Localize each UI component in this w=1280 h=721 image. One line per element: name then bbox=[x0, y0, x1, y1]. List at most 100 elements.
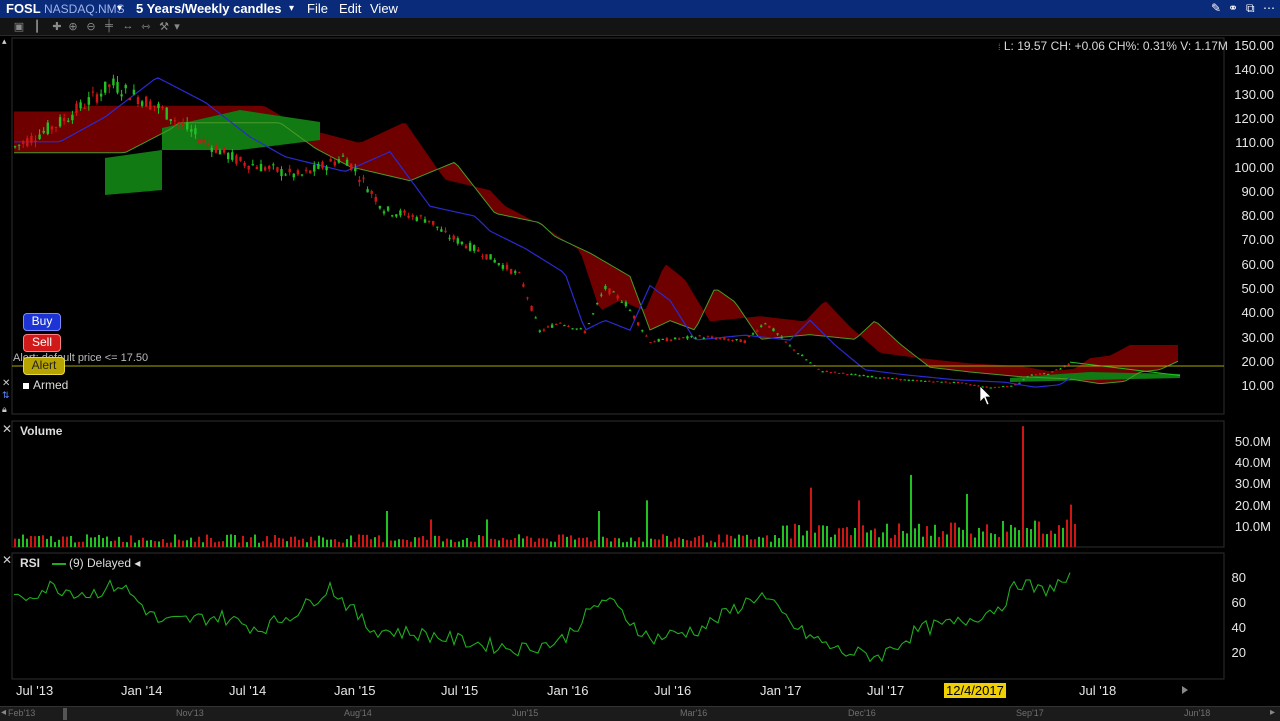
scroll-left-icon[interactable]: ◂ bbox=[1, 707, 6, 718]
scroll-right-icon[interactable]: ▸ bbox=[1270, 707, 1275, 718]
volume-bar bbox=[178, 539, 180, 547]
volume-bar bbox=[82, 541, 84, 547]
candle-body bbox=[948, 382, 951, 384]
volume-bar bbox=[610, 541, 612, 547]
candle-body bbox=[579, 328, 582, 330]
volume-bar bbox=[150, 540, 152, 547]
volume-bar bbox=[962, 529, 964, 547]
volume-bar bbox=[66, 536, 68, 547]
sell-button[interactable]: Sell bbox=[23, 334, 61, 352]
navigator-handle[interactable] bbox=[63, 708, 67, 720]
rsi-legend-label: (9) Delayed bbox=[69, 556, 132, 570]
close-volume-panel-icon[interactable]: ✕ bbox=[2, 422, 12, 436]
candle-body bbox=[481, 255, 484, 257]
candle-body bbox=[30, 135, 33, 143]
rsi-legend-arrow-icon[interactable]: ◂ bbox=[134, 556, 140, 570]
volume-bar bbox=[354, 541, 356, 547]
candle-body bbox=[751, 333, 755, 335]
volume-bar bbox=[370, 539, 372, 547]
volume-bar bbox=[1026, 527, 1028, 547]
candle-body bbox=[600, 294, 603, 296]
checkbox-icon[interactable] bbox=[23, 383, 29, 389]
rsi-legend[interactable]: (9) Delayed ◂ bbox=[52, 556, 140, 570]
candle-body bbox=[280, 169, 283, 177]
volume-bar bbox=[886, 523, 888, 547]
volume-bar bbox=[182, 540, 184, 547]
candle-body bbox=[538, 330, 541, 332]
close-price-panel-icon[interactable]: ✕ bbox=[2, 378, 10, 389]
volume-bar bbox=[606, 538, 608, 547]
volume-bar bbox=[950, 522, 952, 547]
candle-body bbox=[214, 146, 218, 153]
volume-bar bbox=[530, 537, 532, 547]
candle-body bbox=[337, 159, 341, 163]
candle-body bbox=[436, 226, 439, 228]
volume-bar bbox=[526, 536, 528, 547]
volume-bar bbox=[510, 539, 512, 547]
close-rsi-panel-icon[interactable]: ✕ bbox=[2, 553, 12, 567]
volume-bar bbox=[678, 537, 680, 547]
volume-bar bbox=[486, 519, 488, 547]
candle-body bbox=[571, 328, 574, 330]
axis-end-icon[interactable] bbox=[1182, 686, 1188, 694]
volume-bar bbox=[18, 538, 20, 547]
candle-body bbox=[391, 215, 394, 217]
candle-body bbox=[546, 326, 550, 328]
time-navigator[interactable]: ◂ Feb'13 Nov'13 Aug'14 Jun'15 Mar'16 Dec'16 Se… bbox=[0, 706, 1280, 721]
candle-body bbox=[542, 329, 546, 331]
volume-bar bbox=[766, 535, 768, 547]
volume-bar bbox=[770, 541, 772, 547]
candle-body bbox=[723, 337, 726, 340]
volume-bar bbox=[878, 537, 880, 547]
candle-body bbox=[300, 174, 304, 176]
volume-bar bbox=[622, 542, 624, 547]
candle-body bbox=[706, 336, 710, 338]
volume-bar bbox=[34, 536, 36, 547]
volume-bar bbox=[634, 541, 636, 547]
volume-bar bbox=[1046, 534, 1048, 547]
volume-bar bbox=[290, 536, 292, 547]
rsi-tick: 60 bbox=[1231, 595, 1246, 610]
price-tick: 50.00 bbox=[1241, 281, 1274, 296]
candle-body bbox=[936, 381, 939, 383]
volume-bar bbox=[254, 534, 256, 547]
buy-button[interactable]: Buy bbox=[23, 313, 61, 331]
resize-handle-icon[interactable]: ⇅ bbox=[2, 390, 10, 401]
volume-bar bbox=[894, 534, 896, 547]
armed-toggle[interactable]: Armed bbox=[23, 378, 68, 392]
candle-body bbox=[727, 339, 730, 341]
volume-bar bbox=[222, 541, 224, 547]
volume-bar bbox=[830, 537, 832, 547]
candle-body bbox=[657, 339, 660, 342]
volume-bar bbox=[682, 538, 684, 547]
volume-bar bbox=[130, 535, 132, 547]
volume-bar bbox=[198, 536, 200, 547]
volume-bar bbox=[194, 541, 196, 547]
volume-bar bbox=[146, 540, 148, 547]
cloud-span-line bbox=[14, 122, 1179, 384]
volume-bars bbox=[14, 426, 1076, 547]
candle-body bbox=[850, 373, 853, 375]
collapse-icon[interactable]: ▴ bbox=[2, 36, 7, 47]
chart-canvas[interactable] bbox=[0, 0, 1280, 720]
volume-bar bbox=[658, 539, 660, 547]
volume-bar bbox=[322, 537, 324, 547]
volume-bar bbox=[802, 535, 804, 547]
alert-button[interactable]: Alert bbox=[23, 357, 65, 375]
candle-body bbox=[702, 337, 705, 339]
candle-body bbox=[1026, 376, 1029, 378]
lock-icon[interactable]: 🔒︎ bbox=[2, 404, 7, 415]
volume-bar bbox=[646, 500, 648, 547]
volume-bar bbox=[242, 535, 244, 547]
candle-body bbox=[505, 264, 509, 270]
mouse-cursor-icon bbox=[979, 385, 992, 406]
candle-body bbox=[550, 324, 554, 328]
volume-bar bbox=[734, 538, 736, 547]
volume-bar bbox=[434, 535, 436, 547]
volume-bar bbox=[842, 528, 844, 547]
volume-bar bbox=[998, 536, 1000, 547]
candle-body bbox=[944, 381, 947, 383]
volume-bar bbox=[946, 534, 948, 547]
price-tick: 30.00 bbox=[1241, 329, 1274, 345]
volume-bar bbox=[414, 537, 416, 547]
